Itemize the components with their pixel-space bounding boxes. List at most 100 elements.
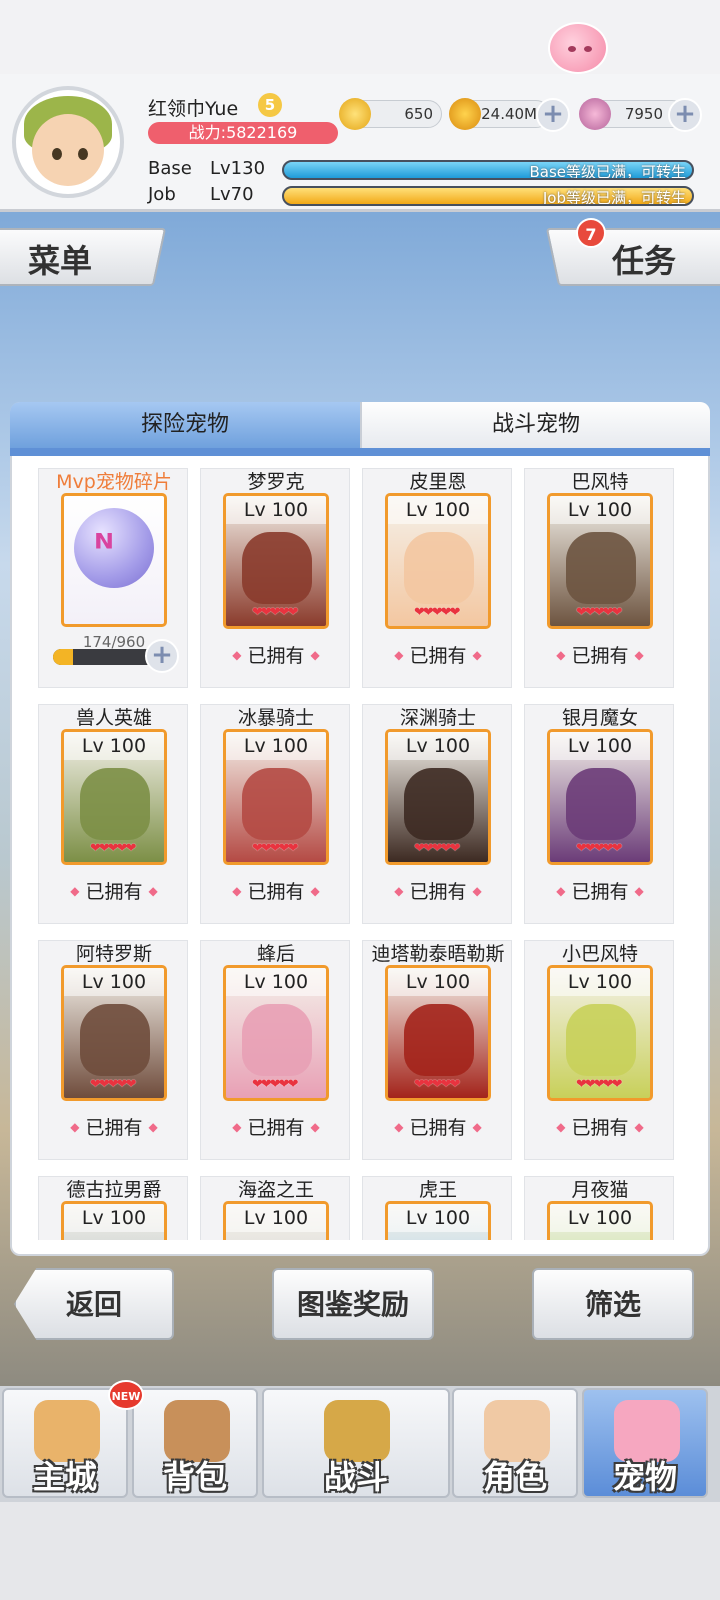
pet-level: Lv 100: [550, 968, 650, 996]
pet-owned-status: ◆ 已拥有 ◆: [70, 1117, 158, 1139]
vip-badge: 5: [258, 93, 282, 117]
nav-backpack[interactable]: 背包: [132, 1388, 258, 1498]
album-reward-button[interactable]: 图鉴奖励: [272, 1268, 434, 1340]
pet-owned-status: ◆ 已拥有 ◆: [394, 1117, 482, 1139]
pet-owned-status: ◆ 已拥有 ◆: [394, 881, 482, 903]
gold-currency: 24.40M: [449, 98, 550, 130]
base-label: Base: [148, 158, 192, 179]
pet-owned-status: ◆ 已拥有 ◆: [70, 881, 158, 903]
nav-label: 角色: [482, 1458, 547, 1496]
job-level: Lv70: [210, 184, 254, 205]
player-name: 红领巾Yue: [148, 98, 239, 120]
heart-rating-icon: ❤❤❤❤❤: [576, 605, 622, 620]
nav-pet-poring[interactable]: 宠物: [582, 1388, 708, 1498]
nav-label: 背包: [162, 1458, 227, 1496]
pet-name: 巴风特: [571, 471, 629, 493]
pet-level: Lv 100: [388, 732, 488, 760]
pet-card[interactable]: 兽人英雄 Lv 100 ❤❤❤❤❤ ◆ 已拥有 ◆: [38, 704, 188, 924]
heart-rating-icon: ❤❤❤❤❤: [252, 841, 298, 856]
pet-name: 梦罗克: [247, 471, 305, 493]
heart-rating-icon: ❤❤❤❤❤: [576, 841, 622, 856]
tab-adventure-pets[interactable]: 探险宠物: [10, 402, 360, 450]
pet-figure-icon: [404, 532, 474, 604]
pet-level: Lv 100: [226, 732, 326, 760]
pet-card[interactable]: 皮里恩 Lv 100 ❤❤❤❤❤ ◆ 已拥有 ◆: [362, 468, 512, 688]
pet-portrait: Lv 100❤❤❤❤❤: [547, 493, 653, 629]
heart-rating-icon: ❤❤❤❤❤: [90, 1077, 136, 1092]
pet-grid[interactable]: Mvp宠物碎片 ᴺ 174/960 + 梦罗克 Lv 100 ❤❤❤❤❤ ◆ 已拥有 …: [38, 468, 684, 1240]
pet-name: 蜂后: [256, 943, 295, 965]
pet-card[interactable]: 海盗之王Lv 100❤❤❤❤❤: [200, 1176, 350, 1240]
gold-bag-icon: [449, 98, 481, 130]
pet-name: 皮里恩: [409, 471, 467, 493]
pet-portrait: Lv 100❤❤❤❤❤: [61, 1201, 167, 1240]
tab-battle-pets[interactable]: 战斗宠物: [360, 402, 710, 450]
pet-figure-icon: [80, 768, 150, 840]
pet-card[interactable]: 德古拉男爵Lv 100❤❤❤❤❤: [38, 1176, 188, 1240]
pet-portrait: Lv 100❤❤❤❤❤: [223, 493, 329, 629]
pet-level: Lv 100: [64, 732, 164, 760]
pet-figure-icon: [242, 1004, 312, 1076]
nav-character[interactable]: 角色: [452, 1388, 578, 1498]
new-badge: NEW: [108, 1380, 144, 1410]
pet-level: Lv 100: [388, 968, 488, 996]
task-count-badge: 7: [576, 218, 606, 248]
add-shard-button[interactable]: +: [145, 639, 179, 673]
task-button-label[interactable]: 任务: [612, 236, 676, 282]
pet-portrait: Lv 100❤❤❤❤❤: [385, 493, 491, 629]
mvp-shard-name: Mvp宠物碎片: [56, 471, 172, 493]
base-level: Lv130: [210, 158, 266, 179]
pet-owned-status: ◆ 已拥有 ◆: [232, 645, 320, 667]
pet-card[interactable]: 阿特罗斯 Lv 100 ❤❤❤❤❤ ◆ 已拥有 ◆: [38, 940, 188, 1160]
nav-battle-shield[interactable]: 战斗: [262, 1388, 450, 1498]
pet-portrait: Lv 100 ❤❤❤❤❤: [385, 965, 491, 1101]
mvp-shard-frame: ᴺ: [61, 493, 167, 627]
pet-card[interactable]: 梦罗克 Lv 100 ❤❤❤❤❤ ◆ 已拥有 ◆: [200, 468, 350, 688]
pet-owned-status: ◆ 已拥有 ◆: [556, 1117, 644, 1139]
pet-portrait: Lv 100❤❤❤❤❤: [223, 1201, 329, 1240]
pet-name: 迪塔勒泰晤勒斯: [371, 943, 505, 965]
pet-card[interactable]: 小巴风特 Lv 100 ❤❤❤❤❤ ◆ 已拥有 ◆: [524, 940, 674, 1160]
pet-portrait: Lv 100 ❤❤❤❤❤: [385, 729, 491, 865]
poring-mascot-icon[interactable]: [548, 22, 608, 74]
job-label: Job: [148, 184, 176, 205]
pet-portrait: Lv 100 ❤❤❤❤❤: [61, 965, 167, 1101]
status-strip: [0, 0, 720, 74]
pet-card[interactable]: 蜂后 Lv 100 ❤❤❤❤❤ ◆ 已拥有 ◆: [200, 940, 350, 1160]
zeny-currency: 650: [339, 98, 442, 130]
combat-power: 战力:5822169: [148, 122, 338, 144]
mvp-shard-card[interactable]: Mvp宠物碎片 ᴺ 174/960 +: [38, 468, 188, 688]
pet-card[interactable]: 深渊骑士 Lv 100 ❤❤❤❤❤ ◆ 已拥有 ◆: [362, 704, 512, 924]
back-button[interactable]: 返回: [14, 1268, 174, 1340]
mvp-shard-orb-icon: ᴺ: [74, 508, 154, 588]
pet-card[interactable]: 迪塔勒泰晤勒斯 Lv 100 ❤❤❤❤❤ ◆ 已拥有 ◆: [362, 940, 512, 1160]
pet-level: Lv 100: [550, 1204, 650, 1232]
pet-level: Lv 100: [226, 496, 326, 524]
pet-card[interactable]: 冰暴骑士 Lv 100 ❤❤❤❤❤ ◆ 已拥有 ◆: [200, 704, 350, 924]
pet-card[interactable]: 银月魔女 Lv 100 ❤❤❤❤❤ ◆ 已拥有 ◆: [524, 704, 674, 924]
pet-figure-icon: [566, 532, 636, 604]
add-gold-button[interactable]: +: [536, 98, 570, 132]
pet-card[interactable]: 月夜猫Lv 100❤❤❤❤❤: [524, 1176, 674, 1240]
pet-level: Lv 100: [388, 496, 488, 524]
heart-rating-icon: ❤❤❤❤❤: [414, 1077, 460, 1092]
pet-level: Lv 100: [64, 968, 164, 996]
pet-name: 德古拉男爵: [66, 1179, 162, 1201]
pet-figure-icon: [242, 768, 312, 840]
pet-level: Lv 100: [226, 968, 326, 996]
nav-label: 主城: [32, 1458, 97, 1496]
pet-card[interactable]: 巴风特 Lv 100 ❤❤❤❤❤ ◆ 已拥有 ◆: [524, 468, 674, 688]
pet-name: 阿特罗斯: [75, 943, 152, 965]
pet-figure-icon: [242, 532, 312, 604]
menu-button-label[interactable]: 菜单: [28, 236, 92, 282]
nav-castle[interactable]: 主城: [2, 1388, 128, 1498]
pet-name: 月夜猫: [571, 1179, 629, 1201]
pet-level: Lv 100: [550, 732, 650, 760]
avatar[interactable]: [12, 86, 124, 198]
pet-card[interactable]: 虎王Lv 100❤❤❤❤❤: [362, 1176, 512, 1240]
pet-name: 虎王: [418, 1179, 457, 1201]
pet-portrait: Lv 100❤❤❤❤❤: [547, 965, 653, 1101]
heart-rating-icon: ❤❤❤❤❤: [414, 841, 460, 856]
filter-button[interactable]: 筛选: [532, 1268, 694, 1340]
add-gem-button[interactable]: +: [668, 98, 702, 132]
